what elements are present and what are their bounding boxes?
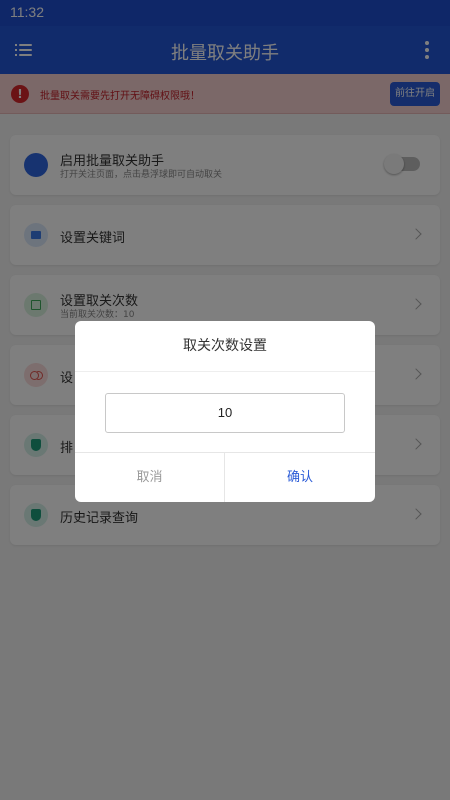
count-setting-dialog: 取关次数设置 10 取消 确认 (75, 321, 375, 502)
dialog-buttons: 取消 确认 (75, 452, 375, 502)
confirm-button[interactable]: 确认 (225, 453, 375, 502)
cancel-button[interactable]: 取消 (75, 453, 225, 502)
dialog-title: 取关次数设置 (75, 321, 375, 372)
count-input[interactable]: 10 (105, 393, 345, 433)
